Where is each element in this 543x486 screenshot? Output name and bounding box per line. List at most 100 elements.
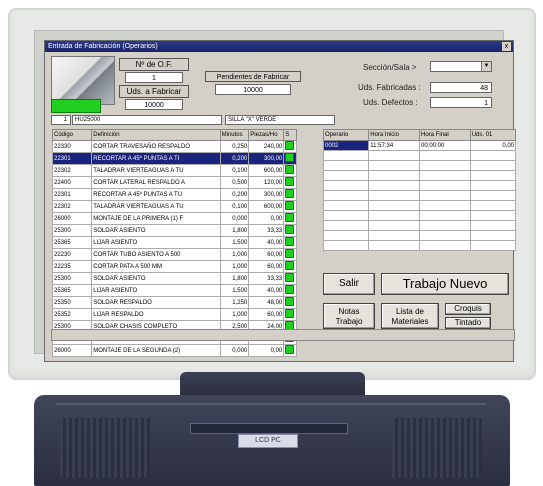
seccion-select[interactable]: ▼ (430, 61, 492, 72)
task-minutes: 1,500 (219, 284, 250, 297)
col-minutos[interactable]: Minutos (219, 129, 250, 141)
table-row-empty (322, 230, 517, 241)
order-code: HU25000 (72, 115, 222, 125)
table-row[interactable]: 22235 CORTAR PATA A 500 MM 1,000 60,00 (51, 260, 297, 273)
close-icon[interactable]: x (502, 42, 511, 51)
table-row[interactable]: 25365 LIJAR ASIENTO 1,500 40,00 (51, 284, 297, 297)
table-row-empty (322, 190, 517, 201)
table-row[interactable]: 26000 MONTAJE DE LA SEGUNDA (2) 0,000 0,00 (51, 344, 297, 357)
task-pieces: 240,00 (248, 140, 285, 153)
application-window: Entrada de Fabricación (Operarios) x Nº … (44, 40, 517, 362)
status-green-icon (285, 297, 295, 306)
operator-end: 00:00:00 (418, 140, 471, 151)
table-row[interactable]: 22230 CORTAR TUBO ASIENTO A 500 1,000 60,00 (51, 248, 297, 261)
defectos-label: Uds. Defectos : (363, 98, 418, 107)
task-status (283, 284, 297, 297)
task-definition: CORTAR LATERAL RESPALDO A (91, 176, 221, 189)
task-pieces: 33,33 (248, 272, 285, 285)
status-indicator-green (51, 99, 101, 113)
task-minutes: 0,000 (219, 212, 250, 225)
status-green-icon (285, 165, 295, 174)
table-row[interactable]: 22330 CORTAR TRAVESAÑO RESPALDO 0,250 240,0… (51, 140, 297, 153)
empty-cell (368, 180, 420, 191)
table-row[interactable]: 22302 TALADRAR VIERTEAGUAS A TU 0,100 600,0… (51, 200, 297, 213)
empty-cell (322, 210, 370, 221)
pendientes-value: 10000 (215, 84, 291, 95)
table-row[interactable]: 22400 CORTAR LATERAL RESPALDO A 0,500 120,0… (51, 176, 297, 189)
task-definition: CORTAR TRAVESAÑO RESPALDO (91, 140, 221, 153)
table-row[interactable]: 25352 LIJAR RESPALDO 1,000 60,00 (51, 308, 297, 321)
col-operario[interactable]: Operario (322, 129, 370, 141)
lcd-pc-badge: LCD PC (238, 434, 298, 448)
status-green-icon (285, 249, 295, 258)
table-row[interactable]: 25350 SOLDAR RESPALDO 1,250 48,00 (51, 296, 297, 309)
lista-materiales-button[interactable]: Lista de Materiales (381, 303, 439, 329)
task-definition: TALADRAR VIERTEAGUAS A TU (91, 200, 221, 213)
optical-drive[interactable] (190, 423, 348, 434)
empty-cell (418, 180, 471, 191)
of-value: 1 (125, 72, 183, 83)
table-row[interactable]: 0002 11:57:34 00:00:00 0,00 (322, 140, 517, 151)
empty-cell (469, 240, 517, 251)
empty-cell (322, 230, 370, 241)
task-minutes: 0,200 (219, 188, 250, 201)
task-code: 22235 (51, 260, 93, 273)
task-code: 22302 (51, 200, 93, 213)
empty-cell (368, 190, 420, 201)
task-pieces: 60,00 (248, 260, 285, 273)
col-s[interactable]: S (283, 129, 297, 141)
task-definition: LIJAR RESPALDO (91, 308, 221, 321)
table-row[interactable]: 25300 SOLDAR ASIENTO 1,800 33,33 (51, 224, 297, 237)
product-photo (51, 56, 115, 105)
tintado-button[interactable]: Tintado (445, 317, 491, 329)
task-code: 22230 (51, 248, 93, 261)
task-minutes: 1,800 (219, 272, 250, 285)
empty-cell (418, 170, 471, 181)
chevron-down-icon[interactable]: ▼ (481, 62, 491, 71)
status-green-icon (285, 225, 295, 234)
col-definicion[interactable]: Definición (91, 129, 221, 141)
task-pieces: 120,00 (248, 176, 285, 189)
trabajo-nuevo-button[interactable]: Trabajo Nuevo (381, 273, 509, 295)
empty-cell (469, 170, 517, 181)
col-hora-final[interactable]: Hora Final (418, 129, 471, 141)
table-row-empty (322, 180, 517, 191)
col-uds[interactable]: Uds. 01 (469, 129, 517, 141)
empty-cell (418, 160, 471, 171)
seccion-label: Sección/Sala > (363, 63, 417, 72)
task-definition: RECORTAR A 45º PUNTAS A TU (91, 188, 221, 201)
col-piezas[interactable]: Piezas/Ho (248, 129, 285, 141)
table-row[interactable]: 22301 RECORTAR A 45º PUNTAS A TI 0,200 300,… (51, 152, 297, 165)
empty-cell (418, 240, 471, 251)
table-row[interactable]: 22302 TALADRAR VIERTEAGUAS A TU 0,100 600,0… (51, 164, 297, 177)
table-row[interactable]: 26000 MONTAJE DE LA PRIMERA (1) F 0,000 0,0… (51, 212, 297, 225)
task-status (283, 260, 297, 273)
task-definition: SOLDAR RESPALDO (91, 296, 221, 309)
status-green-icon (285, 285, 295, 294)
task-minutes: 0,100 (219, 200, 250, 213)
salir-button[interactable]: Salir (323, 273, 375, 295)
task-pieces: 300,00 (248, 152, 285, 165)
task-pieces: 40,00 (248, 236, 285, 249)
col-hora-inicio[interactable]: Hora Inicio (368, 129, 420, 141)
task-minutes: 0,000 (219, 344, 250, 357)
task-code: 22302 (51, 164, 93, 177)
operator-uds: 0,00 (469, 140, 517, 151)
table-row[interactable]: 25300 SOLDAR ASIENTO 1,800 33,33 (51, 272, 297, 285)
col-codigo[interactable]: Código (51, 129, 93, 141)
task-definition: TALADRAR VIERTEAGUAS A TU (91, 164, 221, 177)
croquis-button[interactable]: Croquis (445, 303, 491, 315)
task-code: 25365 (51, 236, 93, 249)
table-row[interactable]: 25365 LIJAR ASIENTO 1,500 40,00 (51, 236, 297, 249)
table-row[interactable]: 22301 RECORTAR A 45º PUNTAS A TU 0,200 300,… (51, 188, 297, 201)
status-green-icon (285, 345, 295, 354)
operator-start: 11:57:34 (368, 140, 420, 151)
notas-trabajo-button[interactable]: Notas Trabajo (323, 303, 375, 329)
table-row-empty (322, 170, 517, 181)
empty-cell (322, 170, 370, 181)
status-bar (51, 329, 515, 341)
task-minutes: 1,000 (219, 248, 250, 261)
task-minutes: 0,250 (219, 140, 250, 153)
task-status (283, 200, 297, 213)
empty-cell (418, 150, 471, 161)
